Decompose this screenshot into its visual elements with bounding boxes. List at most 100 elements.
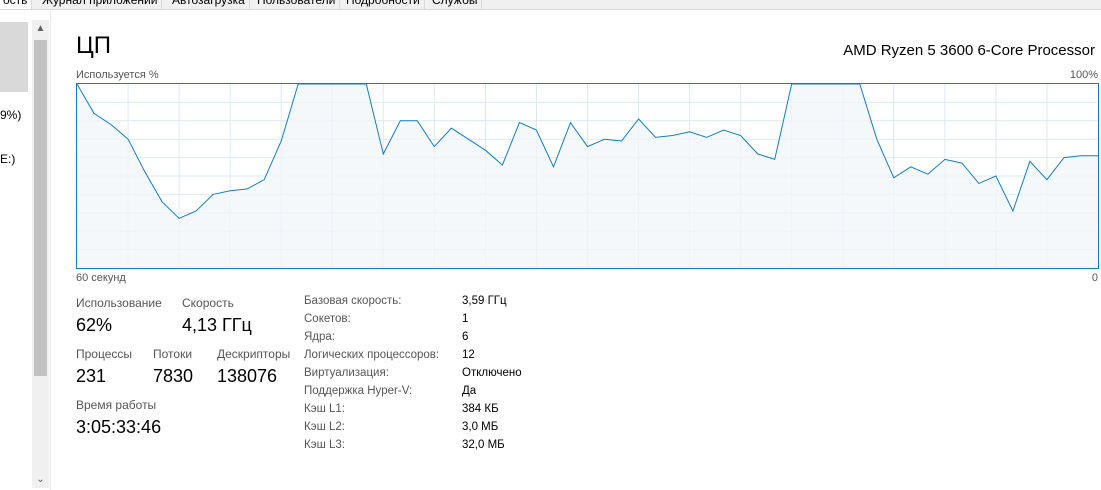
resource-item-disk[interactable]: E:) — [0, 152, 15, 166]
cpu-usage-graph — [76, 83, 1099, 269]
processes-label: Процессы — [76, 347, 133, 361]
cpu-usage-point — [110, 124, 112, 126]
cpu-usage-point — [178, 218, 180, 220]
cpu-usage-point — [655, 137, 657, 139]
cpu-usage-point — [638, 118, 640, 120]
spec-label-logical-processors: Логических процессоров: — [304, 349, 440, 361]
cpu-usage-point — [570, 122, 572, 124]
spec-label-cache-l3: Кэш L3: — [304, 439, 345, 451]
cpu-usage-point — [587, 146, 589, 148]
spec-label-sockets: Сокетов: — [304, 313, 351, 325]
cpu-usage-point — [1080, 155, 1082, 157]
cpu-usage-point — [621, 140, 623, 142]
spec-label-virtualization: Виртуализация: — [304, 367, 389, 379]
cpu-usage-chart — [77, 84, 1098, 268]
handles-label: Дескрипторы — [217, 347, 291, 361]
cpu-usage-point — [995, 175, 997, 177]
cpu-usage-point — [774, 159, 776, 161]
cpu-usage-point — [127, 138, 129, 140]
spec-value-virtualization: Отключено — [462, 367, 522, 379]
tab-details[interactable]: Подробности — [342, 0, 425, 9]
spec-value-logical-processors: 12 — [462, 349, 475, 361]
panel-divider — [50, 10, 51, 490]
cpu-usage-point — [451, 127, 453, 129]
cpu-model-name: AMD Ryzen 5 3600 6-Core Processor — [843, 42, 1095, 59]
cpu-usage-point — [144, 172, 146, 174]
cpu-usage-point — [263, 179, 265, 181]
cpu-usage-point — [212, 194, 214, 196]
spec-value-sockets: 1 — [462, 313, 469, 325]
cpu-usage-point — [1063, 157, 1065, 159]
cpu-usage-point — [468, 138, 470, 140]
spec-label-cores: Ядра: — [304, 331, 336, 343]
spec-label-hyper-v: Поддержка Hyper-V: — [304, 385, 413, 397]
cpu-usage-point — [229, 190, 231, 192]
cpu-usage-point — [893, 177, 895, 179]
spec-value-cores: 6 — [462, 331, 469, 343]
cpu-usage-point — [604, 138, 606, 140]
cpu-usage-point — [723, 129, 725, 131]
cpu-usage-point — [93, 113, 95, 115]
graph-y-label: Используется % — [76, 69, 159, 81]
cpu-usage-point — [689, 131, 691, 133]
tab-strip: ость Журнал приложений Автозагрузка Поль… — [0, 0, 1101, 10]
cpu-usage-point — [400, 120, 402, 122]
resource-list: 9%) E:) ▲ ⌄ — [0, 10, 50, 490]
processes-value: 231 — [76, 366, 107, 386]
cpu-usage-point — [1029, 161, 1031, 163]
spec-value-base-speed: 3,59 ГГц — [462, 295, 507, 307]
cpu-usage-point — [383, 153, 385, 155]
scroll-thumb[interactable] — [34, 40, 47, 376]
cpu-usage-point — [1012, 210, 1014, 212]
spec-label-cache-l1: Кэш L1: — [304, 403, 345, 415]
cpu-usage-point — [740, 135, 742, 137]
cpu-usage-point — [706, 137, 708, 139]
cpu-usage-point — [485, 149, 487, 151]
tab-users[interactable]: Пользователи — [253, 0, 341, 9]
cpu-usage-point — [246, 188, 248, 190]
cpu-usage-point — [161, 201, 163, 203]
scroll-up-icon[interactable]: ▲ — [32, 20, 49, 37]
graph-x-right-label: 0 — [1091, 272, 1098, 284]
resource-item-cpu-selected[interactable] — [0, 22, 28, 92]
usage-label: Использование — [76, 296, 162, 310]
speed-value: 4,13 ГГц — [182, 315, 252, 335]
handles-value: 138076 — [217, 366, 278, 386]
cpu-usage-point — [417, 120, 419, 122]
spec-label-base-speed: Базовая скорость: — [304, 295, 402, 307]
uptime-value: 3:05:33:46 — [76, 417, 162, 437]
cpu-usage-point — [1046, 179, 1048, 181]
spec-label-cache-l2: Кэш L2: — [304, 421, 345, 433]
uptime-label: Время работы — [76, 398, 157, 412]
resource-list-scrollbar[interactable]: ▲ ⌄ — [32, 20, 49, 488]
cpu-usage-point — [978, 183, 980, 185]
cpu-usage-point — [944, 159, 946, 161]
cpu-usage-point — [502, 164, 504, 166]
cpu-usage-point — [519, 122, 521, 124]
cpu-usage-point — [536, 129, 538, 131]
speed-label: Скорость — [182, 296, 234, 310]
usage-value: 62% — [76, 315, 113, 335]
cpu-usage-point — [961, 162, 963, 164]
cpu-usage-point — [910, 166, 912, 168]
threads-value: 7830 — [153, 366, 194, 386]
graph-y-max-label: 100% — [1069, 69, 1098, 81]
cpu-usage-point — [876, 138, 878, 140]
spec-value-cache-l2: 3,0 МБ — [462, 421, 499, 433]
cpu-usage-point — [434, 146, 436, 148]
cpu-usage-point — [757, 153, 759, 155]
spec-value-cache-l1: 384 КБ — [462, 403, 499, 415]
threads-label: Потоки — [153, 347, 193, 361]
tab-startup[interactable]: Автозагрузка — [168, 0, 250, 9]
cpu-usage-point — [672, 135, 674, 137]
tab-app-history[interactable]: Журнал приложений — [38, 0, 163, 9]
cpu-usage-point — [195, 210, 197, 212]
spec-value-hyper-v: Да — [462, 385, 477, 397]
cpu-usage-point — [927, 173, 929, 175]
spec-value-cache-l3: 32,0 МБ — [462, 439, 505, 451]
graph-x-left-label: 60 секунд — [76, 272, 126, 284]
tab-services[interactable]: Службы — [428, 0, 483, 9]
resource-item-memory[interactable]: 9%) — [0, 108, 21, 122]
tab-performance[interactable]: ость — [0, 0, 33, 9]
scroll-down-icon[interactable]: ⌄ — [32, 471, 49, 488]
